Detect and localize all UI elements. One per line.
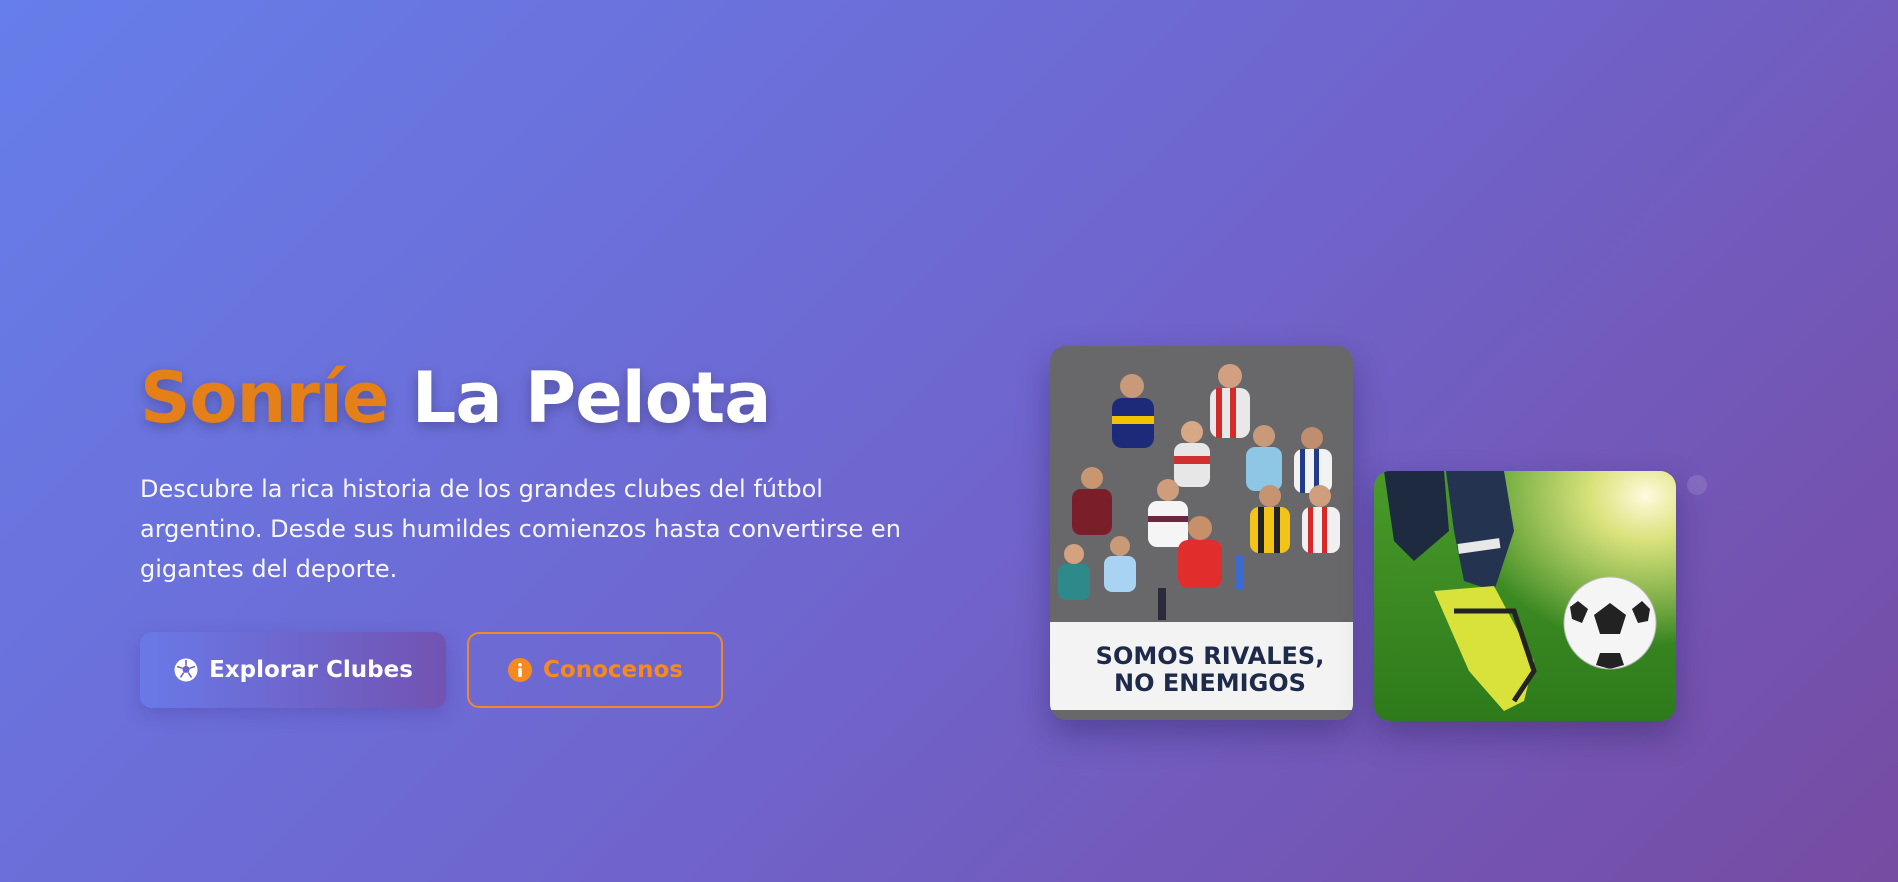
- soccer-ball-icon: [173, 657, 199, 683]
- about-us-label: Conocenos: [543, 657, 683, 683]
- banner-line-1: SOMOS RIVALES,: [1096, 642, 1325, 670]
- hero-buttons: Explorar Clubes Conocenos: [140, 632, 723, 708]
- info-icon: [507, 657, 533, 683]
- hero-text: Sonríe La Pelota Descubre la rica histor…: [140, 355, 920, 589]
- explore-clubs-button[interactable]: Explorar Clubes: [140, 632, 446, 708]
- explore-clubs-label: Explorar Clubes: [209, 657, 413, 683]
- hero-title-rest: La Pelota: [411, 357, 772, 439]
- banner-line-2: NO ENEMIGOS: [1114, 669, 1306, 697]
- soccer-ball-photo: [1374, 471, 1676, 721]
- hero-title: Sonríe La Pelota: [140, 355, 920, 441]
- hero-gallery: SOMOS RIVALES, NO ENEMIGOS: [1050, 346, 1680, 726]
- decorative-dot: [1687, 475, 1707, 495]
- hero-description: Descubre la rica historia de los grandes…: [140, 475, 901, 583]
- about-us-button[interactable]: Conocenos: [467, 632, 723, 708]
- hero-section: Sonríe La Pelota Descubre la rica histor…: [0, 0, 1898, 882]
- fans-photo: SOMOS RIVALES, NO ENEMIGOS: [1050, 346, 1353, 720]
- hero-title-accent: Sonríe: [140, 357, 389, 439]
